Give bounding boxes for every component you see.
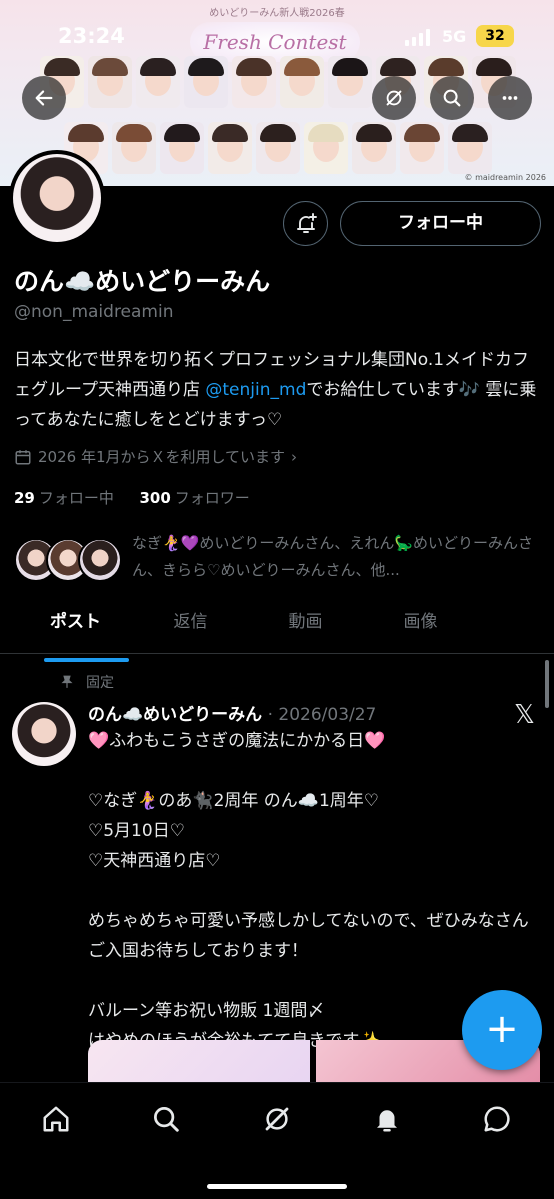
post-line: [88, 966, 534, 996]
post-line: めちゃめちゃ可愛い予感しかしてないので、ぜひみなさんご入国お待ちしております！: [88, 911, 529, 961]
banner-photo: [280, 56, 324, 108]
post-author-avatar[interactable]: [12, 702, 76, 766]
nav-notifications[interactable]: [367, 1099, 407, 1139]
follower-avatar: [78, 538, 122, 582]
bio-mention-link[interactable]: @tenjin_md: [205, 380, 306, 400]
banner-photo: [448, 122, 492, 174]
grok-icon: [265, 1107, 289, 1131]
post-line: [88, 876, 534, 906]
post-line: ♡5月10日♡: [88, 821, 185, 841]
following-button[interactable]: フォロー中: [340, 201, 541, 246]
followers-link[interactable]: 300 フォロワー: [139, 489, 249, 507]
bottom-navigation: [0, 1082, 554, 1199]
bell-plus-icon: [296, 212, 317, 233]
following-link[interactable]: 29 フォロー中: [14, 489, 114, 507]
banner-photo: [88, 56, 132, 108]
compose-post-button[interactable]: +: [462, 990, 542, 1070]
search-icon: [443, 89, 461, 107]
banner-photo: [304, 122, 348, 174]
pin-icon: [61, 675, 73, 688]
pinned-label: 固定: [86, 675, 114, 691]
banner-photo: [352, 122, 396, 174]
tab-posts[interactable]: ポスト: [18, 600, 133, 662]
scrollbar[interactable]: [545, 660, 549, 708]
known-followers-text: なぎ🧜‍♀️💜めいどりーみんさん、えれん🦕めいどりーみんさん、きらら♡めいどりー…: [132, 534, 534, 579]
banner-photo: [208, 122, 252, 174]
back-button[interactable]: [22, 76, 66, 120]
search-button[interactable]: [430, 76, 474, 120]
post-date: · 2026/03/27: [267, 705, 377, 725]
message-bubble-icon: [484, 1106, 510, 1132]
battery-icon: 32: [476, 25, 514, 47]
banner-title: めいどりーみん新人戦2026春: [209, 8, 345, 19]
notification-subscribe-button[interactable]: [283, 201, 328, 246]
more-button[interactable]: [488, 76, 532, 120]
status-bar: 23:24 5G 32: [0, 22, 554, 52]
post-text[interactable]: 🩷ふわもこうさぎの魔法にかかる日🩷 ♡なぎ🧜‍♀️のあ🐈‍⬛2周年 のん☁️1周…: [88, 726, 534, 1056]
back-arrow-icon: [35, 90, 53, 106]
profile-name: のん☁️めいどりーみん: [14, 267, 271, 296]
post-line: ♡なぎ🧜‍♀️のあ🐈‍⬛2周年 のん☁️1周年♡: [88, 791, 380, 811]
nav-grok[interactable]: [257, 1099, 297, 1139]
nav-messages[interactable]: [477, 1099, 517, 1139]
nav-search[interactable]: [146, 1099, 186, 1139]
status-time: 23:24: [58, 24, 125, 48]
tab-replies[interactable]: 返信: [133, 600, 248, 653]
home-icon: [43, 1106, 69, 1132]
joined-text: 2026 年1月からＸを利用しています: [38, 448, 286, 466]
banner-photo: [328, 56, 372, 108]
follow-stats: 29 フォロー中 300 フォロワー: [14, 487, 250, 508]
bio-text: 天神西通り店: [97, 380, 200, 400]
profile-tabs: ポスト 返信 動画 画像: [0, 600, 554, 662]
banner-photo: [400, 122, 444, 174]
banner-photo: [160, 122, 204, 174]
signal-icon: [405, 28, 430, 46]
grok-button[interactable]: [372, 76, 416, 120]
nav-home[interactable]: [36, 1099, 76, 1139]
banner-credit: © maidreamin 2026: [464, 173, 546, 182]
pinned-indicator: 固定: [60, 672, 114, 692]
more-icon: [502, 96, 518, 100]
post-header[interactable]: のん☁️めいどりーみん · 2026/03/27: [88, 700, 376, 725]
banner-photo: [184, 56, 228, 108]
post-line: 🩷ふわもこうさぎの魔法にかかる日🩷: [88, 731, 386, 751]
profile-handle: @non_maidreamin: [14, 302, 174, 322]
grok-icon: [386, 90, 402, 106]
home-indicator[interactable]: [207, 1184, 347, 1189]
tab-videos[interactable]: 動画: [248, 600, 363, 653]
bell-icon: [377, 1110, 397, 1132]
post-author-name: のん☁️めいどりーみん: [88, 705, 263, 725]
calendar-icon: [15, 449, 31, 464]
banner-photo: [232, 56, 276, 108]
profile-avatar[interactable]: [9, 150, 105, 246]
banner-photo: [256, 122, 300, 174]
joined-date[interactable]: 2026 年1月からＸを利用しています ›: [14, 446, 297, 467]
banner-photo: [112, 122, 156, 174]
tab-images[interactable]: 画像: [363, 600, 478, 653]
post-line: [88, 756, 534, 786]
known-followers[interactable]: なぎ🧜‍♀️💜めいどりーみんさん、えれん🦕めいどりーみんさん、きらら♡めいどりー…: [14, 530, 544, 590]
banner-photo: [136, 56, 180, 108]
search-icon: [154, 1107, 179, 1132]
chevron-right-icon: ›: [291, 447, 298, 466]
post-line: ♡天神西通り店♡: [88, 851, 221, 871]
profile-bio: 日本文化で世界を切り拓くプロフェッショナル集団No.1メイドカフェグループ天神西…: [14, 345, 544, 435]
network-label: 5G: [442, 27, 467, 46]
